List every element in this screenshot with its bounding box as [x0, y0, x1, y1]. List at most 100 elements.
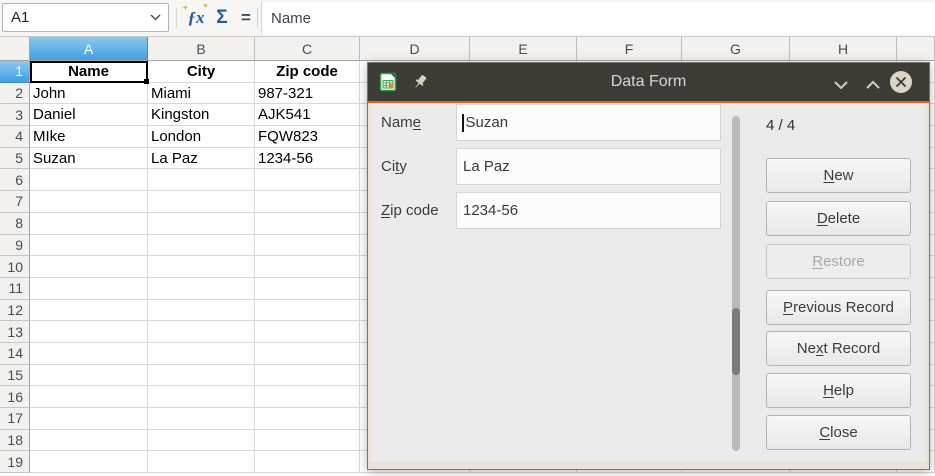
- field-input-name[interactable]: Suzan: [456, 104, 721, 141]
- row-header-18[interactable]: 18: [0, 430, 30, 452]
- new-button[interactable]: New: [766, 158, 911, 193]
- row-header-3[interactable]: 3: [0, 104, 30, 126]
- row-header-14[interactable]: 14: [0, 343, 30, 365]
- cell[interactable]: [148, 386, 255, 408]
- cell[interactable]: 987-321: [255, 83, 360, 105]
- cell[interactable]: [30, 213, 148, 235]
- column-header-F[interactable]: F: [577, 37, 682, 61]
- selected-cell-outline[interactable]: [30, 61, 148, 83]
- cell[interactable]: [255, 278, 360, 300]
- column-header-D[interactable]: D: [360, 37, 470, 61]
- field-input-zip-code[interactable]: 1234-56: [456, 192, 721, 229]
- cell[interactable]: [255, 191, 360, 213]
- row-header-8[interactable]: 8: [0, 213, 30, 235]
- cell[interactable]: Miami: [148, 83, 255, 105]
- column-header-B[interactable]: B: [148, 37, 255, 61]
- cell[interactable]: [30, 365, 148, 387]
- cell[interactable]: [148, 169, 255, 191]
- cell[interactable]: [148, 321, 255, 343]
- cell[interactable]: [30, 430, 148, 452]
- cell[interactable]: Zip code: [255, 61, 360, 83]
- cell[interactable]: John: [30, 83, 148, 105]
- field-input-city[interactable]: La Paz: [456, 148, 721, 185]
- cell[interactable]: [148, 191, 255, 213]
- row-header-7[interactable]: 7: [0, 191, 30, 213]
- cell[interactable]: [255, 169, 360, 191]
- cell[interactable]: [255, 408, 360, 430]
- equals-icon[interactable]: =: [236, 0, 256, 36]
- scrollbar-thumb[interactable]: [732, 308, 740, 375]
- formula-input[interactable]: Name: [261, 2, 935, 35]
- row-header-1[interactable]: 1: [0, 61, 30, 83]
- row-header-4[interactable]: 4: [0, 126, 30, 148]
- column-header-E[interactable]: E: [470, 37, 577, 61]
- help-button[interactable]: Help: [766, 373, 911, 408]
- function-wizard-icon[interactable]: ✦✦ƒx: [183, 0, 209, 36]
- cell[interactable]: [255, 365, 360, 387]
- row-header-17[interactable]: 17: [0, 408, 30, 430]
- roll-down-icon[interactable]: [831, 75, 851, 95]
- cell[interactable]: [255, 430, 360, 452]
- cell[interactable]: [30, 321, 148, 343]
- cell[interactable]: MIke: [30, 126, 148, 148]
- cell[interactable]: [148, 213, 255, 235]
- row-header-12[interactable]: 12: [0, 300, 30, 322]
- cell[interactable]: [255, 386, 360, 408]
- cell[interactable]: [30, 191, 148, 213]
- row-header-19[interactable]: 19: [0, 451, 30, 473]
- restore-button[interactable]: Restore: [766, 244, 911, 279]
- name-box[interactable]: A1: [2, 3, 169, 32]
- cell[interactable]: FQW823: [255, 126, 360, 148]
- cell[interactable]: [30, 343, 148, 365]
- column-header-partial[interactable]: [897, 37, 935, 61]
- column-header-C[interactable]: C: [255, 37, 360, 61]
- close-button[interactable]: Close: [766, 415, 911, 450]
- cell[interactable]: [148, 365, 255, 387]
- cell[interactable]: [30, 169, 148, 191]
- row-header-11[interactable]: 11: [0, 278, 30, 300]
- row-header-16[interactable]: 16: [0, 386, 30, 408]
- row-header-5[interactable]: 5: [0, 148, 30, 170]
- cell[interactable]: [30, 386, 148, 408]
- name-box-dropdown-icon[interactable]: [150, 14, 161, 21]
- cell[interactable]: [148, 408, 255, 430]
- row-header-15[interactable]: 15: [0, 365, 30, 387]
- cell[interactable]: [148, 235, 255, 257]
- dialog-titlebar[interactable]: Data Form: [368, 63, 929, 101]
- cell[interactable]: London: [148, 126, 255, 148]
- cell[interactable]: [148, 256, 255, 278]
- form-scrollbar[interactable]: [732, 116, 740, 451]
- cell[interactable]: [148, 451, 255, 473]
- cell[interactable]: [148, 278, 255, 300]
- cell[interactable]: City: [148, 61, 255, 83]
- sum-icon[interactable]: Σ: [210, 0, 234, 36]
- cell[interactable]: La Paz: [148, 148, 255, 170]
- cell[interactable]: Suzan: [30, 148, 148, 170]
- column-header-H[interactable]: H: [790, 37, 897, 61]
- row-header-10[interactable]: 10: [0, 256, 30, 278]
- previous-record-button[interactable]: Previous Record: [766, 290, 911, 325]
- close-icon[interactable]: [890, 71, 912, 93]
- cell[interactable]: AJK541: [255, 104, 360, 126]
- column-header-G[interactable]: G: [682, 37, 790, 61]
- row-header-6[interactable]: 6: [0, 169, 30, 191]
- cell[interactable]: Kingston: [148, 104, 255, 126]
- cell[interactable]: Daniel: [30, 104, 148, 126]
- row-header-9[interactable]: 9: [0, 235, 30, 257]
- cell[interactable]: [148, 430, 255, 452]
- cell[interactable]: [255, 343, 360, 365]
- cell[interactable]: [30, 300, 148, 322]
- column-header-A[interactable]: A: [30, 37, 148, 61]
- roll-up-icon[interactable]: [863, 75, 883, 95]
- next-record-button[interactable]: Next Record: [766, 331, 911, 366]
- cell[interactable]: [255, 300, 360, 322]
- cell[interactable]: [255, 235, 360, 257]
- fill-handle[interactable]: [144, 79, 149, 84]
- cell[interactable]: [255, 213, 360, 235]
- cell[interactable]: [30, 278, 148, 300]
- select-all-corner[interactable]: [0, 37, 30, 61]
- cell[interactable]: [255, 256, 360, 278]
- row-header-2[interactable]: 2: [0, 83, 30, 105]
- cell[interactable]: [255, 451, 360, 473]
- delete-button[interactable]: Delete: [766, 201, 911, 236]
